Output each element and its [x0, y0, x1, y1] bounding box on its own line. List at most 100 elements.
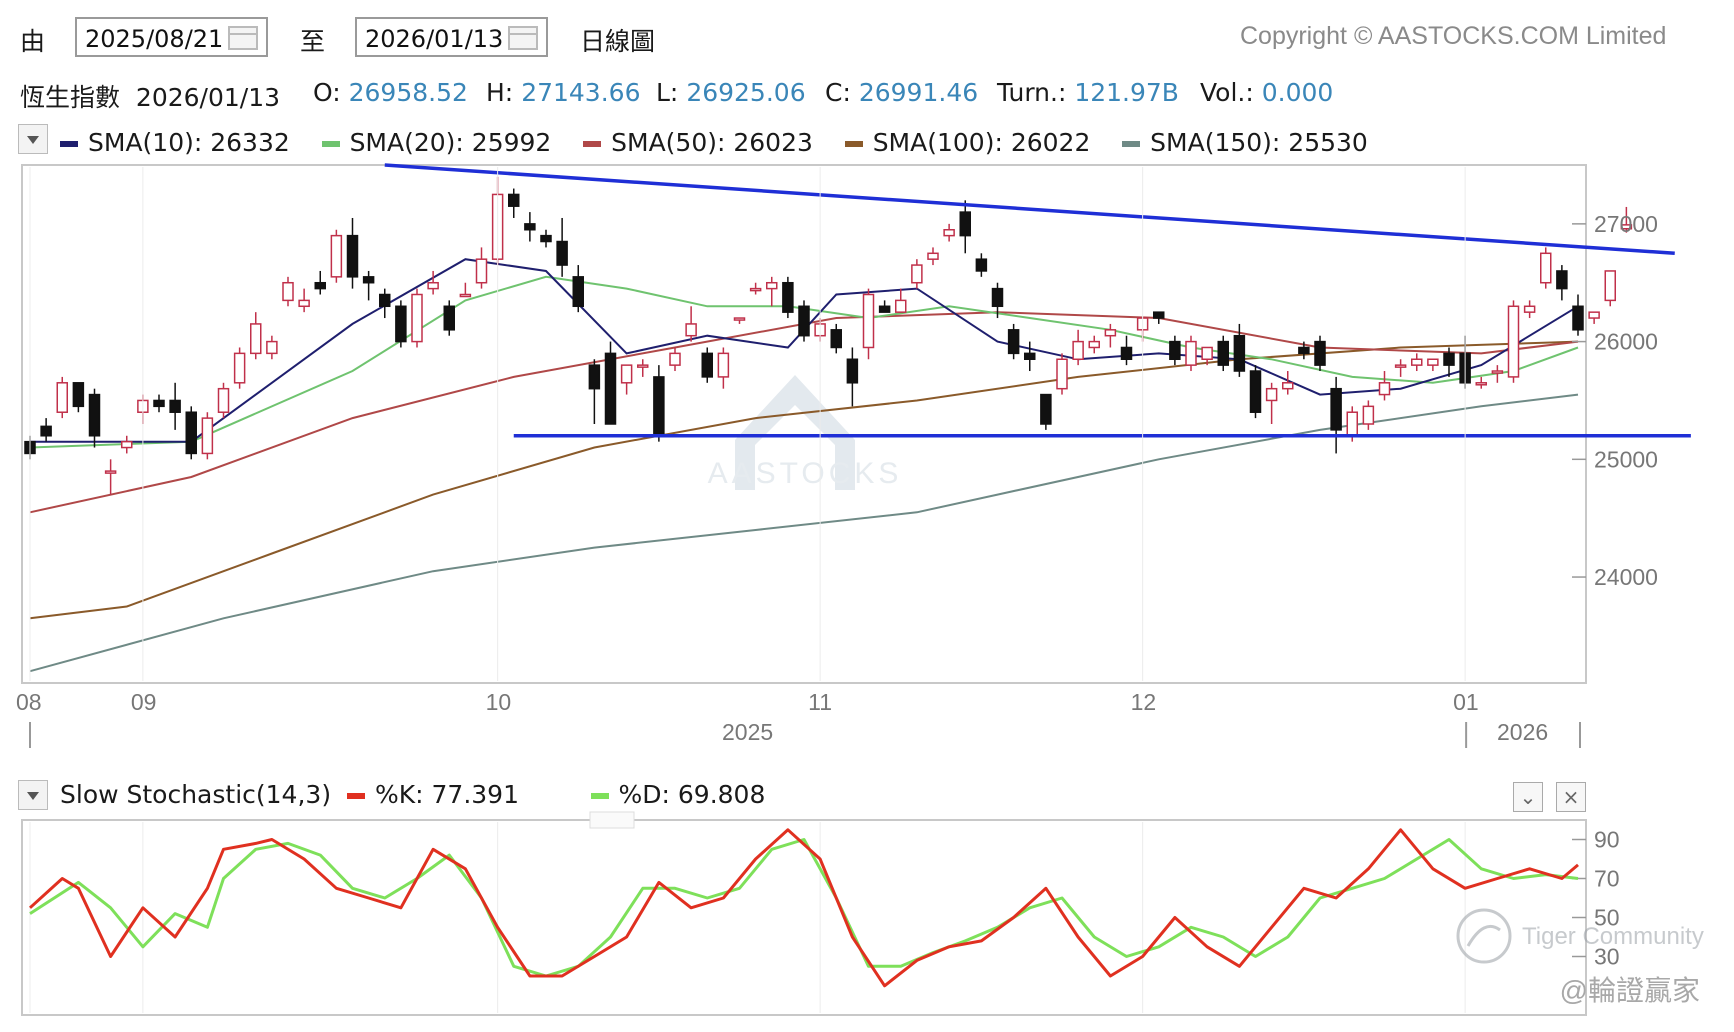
candle-down	[314, 281, 326, 290]
x-tick-label: 10	[486, 689, 512, 715]
candle-up	[233, 352, 246, 384]
candle-up	[685, 323, 697, 337]
candle-down	[362, 276, 375, 284]
candle-down	[1572, 305, 1584, 331]
candle-up	[1104, 329, 1117, 337]
candle-up	[411, 293, 423, 343]
year-label: 2025	[722, 719, 773, 745]
candle-down	[169, 399, 181, 413]
candle-down	[1153, 311, 1165, 319]
candle-down	[588, 364, 601, 390]
candle-up	[427, 281, 439, 290]
candle-up	[1475, 382, 1487, 386]
y-tick-label: 24000	[1594, 564, 1658, 590]
candle-up	[943, 229, 955, 237]
candle-down	[1298, 346, 1310, 355]
candle-up	[1362, 405, 1375, 425]
candle-up	[217, 387, 230, 413]
panel-resize-handle	[589, 811, 635, 829]
candle-up	[620, 364, 633, 384]
candle-up	[1411, 358, 1423, 366]
candle-up	[1265, 387, 1278, 402]
candle-up	[1185, 340, 1197, 366]
candle-up	[250, 323, 262, 355]
candle-down	[72, 382, 85, 408]
candle-up	[1427, 358, 1439, 366]
candle-down	[1249, 370, 1262, 413]
candle-down	[1443, 352, 1455, 366]
candle-down	[701, 352, 713, 378]
candle-down	[540, 234, 552, 243]
x-tick-label: 01	[1453, 689, 1479, 715]
candle-down	[443, 305, 455, 331]
candle-up	[1346, 411, 1358, 437]
candle-down	[185, 411, 197, 455]
stoch-tick-label: 90	[1594, 827, 1620, 853]
aastocks-watermark: AASTOCKS	[708, 457, 903, 490]
candle-up	[104, 470, 117, 474]
candle-down	[1169, 340, 1181, 361]
candle-up	[1540, 252, 1552, 284]
year-label: 2026	[1497, 719, 1548, 745]
candle-down	[556, 240, 568, 266]
candle-down	[379, 293, 391, 308]
candle-up	[1507, 305, 1520, 378]
candle-up	[282, 281, 294, 302]
candle-down	[572, 276, 584, 308]
candle-down	[846, 358, 859, 384]
candle-up	[1072, 340, 1084, 361]
candle-down	[782, 281, 794, 313]
x-tick-label: 12	[1131, 689, 1157, 715]
tiger-community-text: Tiger Community	[1522, 923, 1704, 950]
candle-up	[266, 340, 278, 355]
candle-up	[1201, 346, 1213, 360]
candle-down	[524, 223, 536, 231]
x-tick-label: 09	[131, 689, 157, 715]
y-tick-label: 25000	[1594, 446, 1658, 472]
candle-up	[927, 252, 939, 260]
candle-down	[1217, 340, 1229, 366]
candle-up	[895, 299, 907, 313]
user-watermark: @輪證贏家	[1560, 975, 1700, 1006]
candle-up	[1523, 305, 1536, 313]
candle-up	[201, 417, 214, 455]
candle-up	[1394, 364, 1407, 368]
candle-up	[766, 281, 778, 290]
candle-down	[959, 211, 971, 237]
candle-down	[508, 193, 520, 207]
candle-down	[975, 258, 988, 272]
candle-up	[1491, 370, 1504, 374]
candle-down	[1024, 352, 1036, 361]
candle-up	[669, 352, 681, 366]
candle-up	[298, 299, 310, 308]
candle-down	[798, 305, 810, 337]
candle-up	[749, 287, 762, 292]
candle-up	[1604, 270, 1616, 302]
candle-down	[1314, 340, 1326, 366]
candle-up	[459, 293, 472, 298]
candle-up	[1056, 358, 1068, 390]
candle-down	[1120, 346, 1133, 360]
candle-down	[1007, 329, 1020, 355]
x-tick-label: 08	[16, 689, 42, 715]
candle-up	[475, 258, 488, 284]
candle-down	[1040, 393, 1052, 425]
y-tick-label: 26000	[1594, 329, 1658, 355]
candle-down	[88, 393, 101, 437]
candle-up	[1378, 382, 1391, 396]
candle-down	[153, 399, 165, 408]
candle-up	[911, 264, 923, 284]
candle-down	[1233, 334, 1246, 372]
y-tick-label: 27000	[1594, 211, 1658, 237]
candle-up	[862, 293, 875, 349]
price-chart[interactable]: AASTOCKS 24000 25000 26000 27000 08 09 10 11 12 0…	[0, 0, 1734, 1032]
candle-up	[1088, 340, 1100, 349]
stoch-tick-label: 70	[1594, 866, 1620, 892]
candle-up	[733, 317, 746, 321]
x-tick-label: 11	[808, 689, 832, 715]
candle-down	[653, 376, 665, 437]
candle-up	[717, 352, 730, 378]
candle-up	[637, 364, 649, 368]
candle-down	[604, 352, 617, 425]
candle-down	[1556, 270, 1568, 290]
